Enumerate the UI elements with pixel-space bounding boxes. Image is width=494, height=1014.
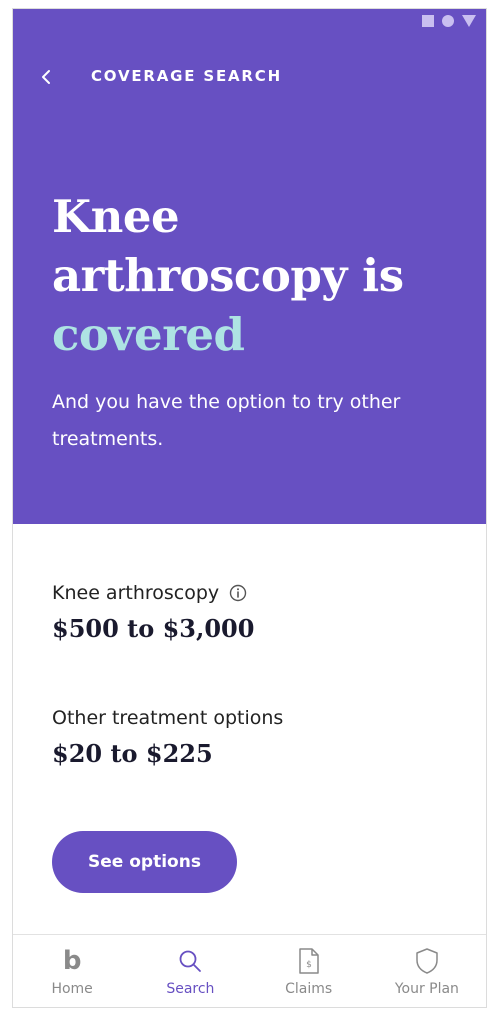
chevron-left-icon xyxy=(42,70,50,84)
shield-icon xyxy=(416,948,438,974)
headline-covered: covered xyxy=(52,308,245,361)
headline-line-1: Knee xyxy=(52,190,180,243)
tab-claims[interactable]: $ Claims xyxy=(250,935,368,1007)
status-bar xyxy=(422,15,476,27)
tab-search[interactable]: Search xyxy=(131,935,249,1007)
tab-your-plan-label: Your Plan xyxy=(394,981,459,997)
procedure-price: $500 to $3,000 xyxy=(52,614,255,643)
b-logo-icon: b xyxy=(62,946,82,976)
tab-claims-label: Claims xyxy=(285,981,333,997)
procedure-label: Knee arthroscopy xyxy=(52,582,220,604)
hero-subtext: And you have the option to try other tre… xyxy=(52,391,401,450)
claims-document-icon: $ xyxy=(298,948,319,974)
alternatives-price: $20 to $225 xyxy=(52,739,213,768)
search-icon xyxy=(179,950,202,972)
bottom-tab-bar: b Home Search $ Claims Your Plan xyxy=(13,934,486,1007)
hero-banner: COVERAGE SEARCH Knee arthroscopy is cove… xyxy=(13,9,486,524)
headline-line-2: arthroscopy is xyxy=(52,249,404,302)
tab-your-plan[interactable]: Your Plan xyxy=(368,935,486,1007)
triangle-status-icon xyxy=(462,15,476,27)
tab-home-label: Home xyxy=(51,981,93,997)
page-title: COVERAGE SEARCH xyxy=(91,67,282,85)
info-icon[interactable] xyxy=(229,584,247,602)
back-button[interactable] xyxy=(39,63,61,91)
see-options-button[interactable]: See options xyxy=(52,831,237,893)
alternatives-label: Other treatment options xyxy=(52,707,284,729)
tab-search-label: Search xyxy=(166,981,215,997)
alternatives-cost-item: Other treatment options $20 to $225 xyxy=(52,707,283,768)
circle-status-icon xyxy=(442,15,454,27)
square-status-icon xyxy=(422,15,434,27)
procedure-cost-item: Knee arthroscopy $500 to $3,000 xyxy=(52,582,254,643)
coverage-headline: Knee arthroscopy is covered xyxy=(52,187,452,364)
app-screen: COVERAGE SEARCH Knee arthroscopy is cove… xyxy=(12,8,487,1008)
svg-text:$: $ xyxy=(306,960,312,970)
tab-home[interactable]: b Home xyxy=(13,935,131,1007)
